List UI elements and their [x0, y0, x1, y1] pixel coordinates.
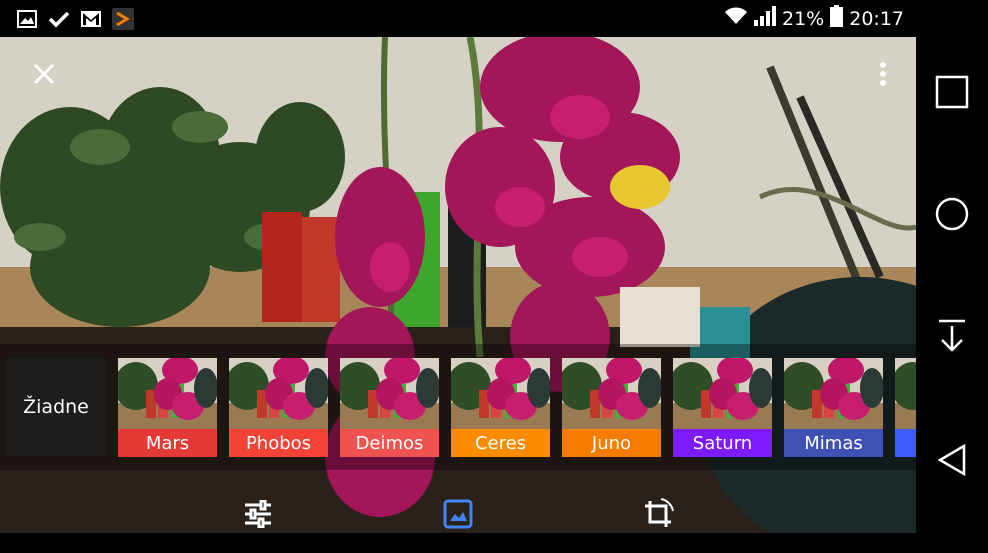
download-icon — [939, 319, 965, 352]
close-icon — [33, 63, 55, 85]
app-icon — [112, 7, 134, 30]
crop-rotate-button[interactable] — [638, 494, 678, 534]
filter-ceres[interactable]: Ceres — [451, 358, 550, 457]
filter-strip: Žiadne Mars Phobos Deimos Ceres Juno Sat… — [0, 344, 916, 470]
filter-preview — [673, 358, 772, 429]
battery-percent: 21% — [782, 7, 825, 30]
clock: 20:17 — [849, 7, 904, 30]
back-icon — [937, 443, 966, 477]
crop-rotate-icon — [645, 498, 674, 527]
filter-juno[interactable]: Juno — [562, 358, 661, 457]
bottom-edge — [0, 533, 916, 553]
check-icon — [48, 8, 70, 30]
filter-none-label: Žiadne — [23, 396, 89, 418]
filter-none[interactable]: Žiadne — [7, 358, 105, 456]
home-button[interactable] — [932, 194, 972, 234]
recent-apps-icon — [935, 75, 969, 109]
filter-label: Mars — [118, 429, 217, 457]
image-filter-icon — [443, 499, 473, 529]
filter-preview — [229, 358, 328, 429]
signal-icon — [754, 6, 776, 31]
navigation-bar — [916, 0, 988, 553]
filter-deimos[interactable]: Deimos — [340, 358, 439, 457]
photo-editor-screen: 21% 20:17 Žiadne Mars Phobos Deimos Cere… — [0, 0, 916, 553]
gmail-icon — [80, 8, 102, 30]
filter-label: Phobos — [229, 429, 328, 457]
wifi-icon — [724, 7, 748, 30]
home-icon — [935, 197, 969, 231]
filter-preview — [562, 358, 661, 429]
filter-label: Deimos — [340, 429, 439, 457]
filter-mars[interactable]: Mars — [118, 358, 217, 457]
filter-preview — [784, 358, 883, 429]
close-button[interactable] — [26, 56, 62, 92]
battery-icon — [830, 5, 844, 32]
gallery-icon — [16, 8, 38, 30]
filters-button[interactable] — [438, 494, 478, 534]
filter-label: Juno — [562, 429, 661, 457]
back-button[interactable] — [932, 440, 972, 480]
filter-label: Saturn — [673, 429, 772, 457]
filter-preview — [451, 358, 550, 429]
filter-label — [895, 429, 916, 457]
status-bar: 21% 20:17 — [0, 0, 916, 37]
filter-thumbnails: Mars Phobos Deimos Ceres Juno Saturn Mim… — [118, 358, 916, 457]
notification-icons — [16, 6, 134, 31]
recent-apps-button[interactable] — [932, 72, 972, 112]
filter-preview — [340, 358, 439, 429]
more-options-button[interactable] — [866, 56, 900, 92]
notifications-pull-button[interactable] — [932, 316, 972, 356]
filter-phobos[interactable]: Phobos — [229, 358, 328, 457]
editor-toolbar — [0, 490, 916, 536]
tune-button[interactable] — [238, 494, 278, 534]
filter-label: Mimas — [784, 429, 883, 457]
filter-preview — [895, 358, 916, 429]
system-status: 21% 20:17 — [724, 0, 904, 37]
more-vertical-icon — [880, 62, 886, 86]
filter-preview — [118, 358, 217, 429]
filter-partial[interactable] — [895, 358, 916, 457]
filter-label: Ceres — [451, 429, 550, 457]
tune-sliders-icon — [245, 500, 271, 528]
filter-saturn[interactable]: Saturn — [673, 358, 772, 457]
filter-mimas[interactable]: Mimas — [784, 358, 883, 457]
